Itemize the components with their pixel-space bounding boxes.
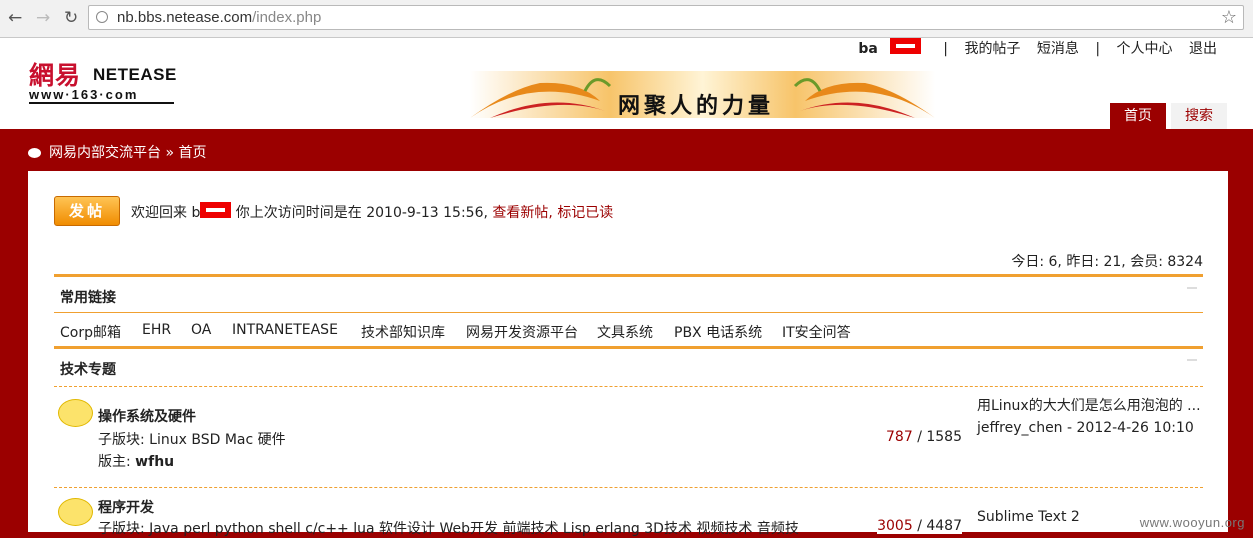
logo-underline — [29, 102, 174, 104]
chat-bubble-icon — [28, 148, 41, 158]
logo-english[interactable]: NETEASE — [93, 65, 177, 85]
welcome-prefix: 欢迎回来 b — [131, 205, 201, 221]
redaction-mark — [200, 202, 232, 218]
main-tabs: 首页 搜索 — [1105, 103, 1227, 129]
logout-link[interactable]: 退出 — [1189, 41, 1217, 57]
tech-section-header: 技术专题 — [54, 346, 1203, 387]
new-post-button[interactable]: 发帖 — [54, 196, 120, 226]
logo-domain[interactable]: www·163·com — [29, 87, 138, 102]
forum-stats: 今日: 6, 昨日: 21, 会员: 8324 — [1011, 254, 1203, 270]
link-knowledge-base[interactable]: 技术部知识库 — [361, 322, 445, 342]
username[interactable]: ba — [852, 38, 926, 57]
breadcrumb-site[interactable]: 网易内部交流平台 — [49, 145, 161, 161]
reload-icon[interactable]: ↻ — [64, 8, 78, 28]
link-it-security[interactable]: IT安全问答 — [782, 322, 851, 342]
mark-read-link[interactable]: 标记已读 — [557, 205, 613, 221]
content-panel: 发帖 欢迎回来 b 你上次访问时间是在 2010-9-13 15:56, 查看新… — [28, 171, 1228, 537]
welcome-message: 欢迎回来 b 你上次访问时间是在 2010-9-13 15:56, 查看新帖, … — [131, 202, 613, 222]
separator: | — [943, 41, 949, 57]
section-title[interactable]: 技术专题 — [60, 359, 116, 379]
collapse-icon[interactable] — [1187, 359, 1197, 361]
forum-status-icon — [58, 399, 93, 427]
common-links-row: Corp邮箱 EHR OA INTRANETEASE 技术部知识库 网易开发资源… — [54, 312, 1203, 341]
link-pbx[interactable]: PBX 电话系统 — [674, 322, 762, 342]
tab-search[interactable]: 搜索 — [1171, 103, 1227, 129]
view-new-posts-link[interactable]: 查看新帖 — [492, 205, 548, 221]
forum-subboards: 子版块: Linux BSD Mac 硬件 — [98, 432, 286, 448]
forum-name[interactable]: 操作系统及硬件 — [98, 406, 196, 426]
link-dev-resources[interactable]: 网易开发资源平台 — [466, 322, 578, 342]
site-header: 網易 NETEASE www·163·com 网聚人的力量 ba | 我的帖子 … — [0, 38, 1253, 129]
link-intranetease[interactable]: INTRANETEASE — [232, 322, 338, 338]
last-post-title[interactable]: 用Linux的大大们是怎么用泡泡的 ... — [977, 395, 1203, 417]
tab-home[interactable]: 首页 — [1110, 103, 1166, 129]
watermark: www.wooyun.org — [1139, 515, 1245, 530]
breadcrumb: 网易内部交流平台 » 首页 — [28, 142, 206, 162]
banner-slogan: 网聚人的力量 — [618, 94, 775, 119]
forum-row: 操作系统及硬件 子版块: Linux BSD Mac 硬件 版主: wfhu 7… — [54, 386, 1203, 487]
section-title[interactable]: 常用链接 — [60, 287, 116, 307]
breadcrumb-current: 首页 — [178, 145, 207, 161]
breadcrumb-separator: » — [165, 145, 175, 161]
user-center-link[interactable]: 个人中心 — [1117, 41, 1173, 57]
link-corp-mail[interactable]: Corp邮箱 — [60, 322, 121, 342]
my-posts-link[interactable]: 我的帖子 — [964, 41, 1020, 57]
separator: | — [1095, 41, 1101, 57]
forum-last-post: 用Linux的大大们是怎么用泡泡的 ... jeffrey_chen - 201… — [977, 395, 1203, 439]
forum-moderator: 版主: wfhu — [98, 454, 175, 470]
link-oa[interactable]: OA — [191, 322, 211, 338]
browser-toolbar: ← → ↻ nb.bbs.netease.com/index.php ☆ — [0, 0, 1253, 38]
collapse-icon[interactable] — [1187, 287, 1197, 289]
forum-name[interactable]: 程序开发 — [98, 497, 154, 517]
link-ehr[interactable]: EHR — [142, 322, 171, 338]
redaction-mark — [889, 38, 921, 54]
forum-subboards: 子版块: Java perl python shell c/c++ lua 软件… — [98, 521, 799, 537]
address-bar[interactable]: nb.bbs.netease.com/index.php ☆ — [88, 5, 1244, 30]
bookmark-star-icon[interactable]: ☆ — [1221, 7, 1237, 28]
user-nav: ba | 我的帖子 短消息 | 个人中心 退出 — [846, 38, 1223, 58]
common-links-header: 常用链接 — [54, 274, 1203, 315]
link-stationery[interactable]: 文具系统 — [597, 322, 653, 342]
page-icon — [96, 11, 108, 23]
messages-link[interactable]: 短消息 — [1037, 41, 1079, 57]
last-visit-text: 你上次访问时间是在 2010-9-13 15:56, — [235, 205, 488, 221]
forum-status-icon — [58, 498, 93, 526]
forward-icon[interactable]: → — [36, 8, 50, 28]
url-text: nb.bbs.netease.com/index.php — [117, 9, 322, 26]
forum-row: 程序开发 子版块: Java perl python shell c/c++ l… — [54, 487, 1203, 537]
forum-counts: 787 / 1585 — [886, 429, 962, 445]
back-icon[interactable]: ← — [8, 8, 22, 28]
last-post-meta: jeffrey_chen - 2012-4-26 10:10 — [977, 420, 1194, 436]
